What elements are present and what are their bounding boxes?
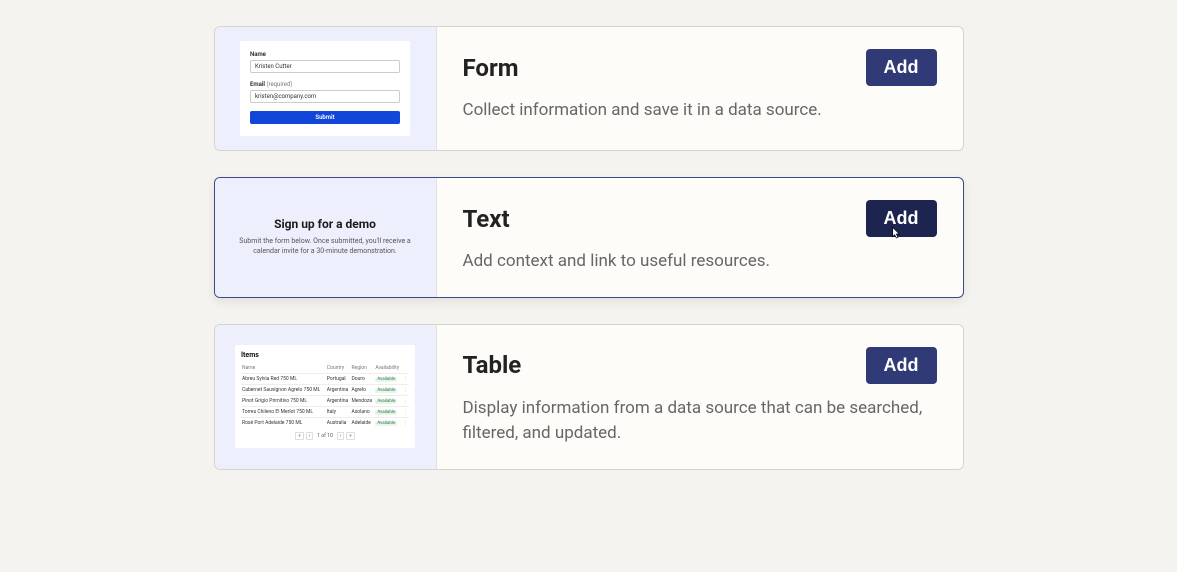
- thumbnail-form-email-label: Email (required): [250, 81, 400, 88]
- thumbnail-form-email-value: kristen@company.com: [250, 90, 400, 103]
- component-card-text: Sign up for a demo Submit the form below…: [214, 177, 964, 298]
- thumbnail-table-col: Availability: [374, 363, 401, 374]
- card-description-table: Display information from a data source t…: [463, 396, 937, 447]
- thumbnail-text-heading: Sign up for a demo: [230, 217, 420, 231]
- add-button-text[interactable]: Add: [866, 200, 937, 237]
- thumbnail-text-preview: Sign up for a demo Submit the form below…: [230, 217, 420, 257]
- thumbnail-form: Name Kristen Cutter Email (required) kri…: [215, 27, 437, 150]
- add-button-form[interactable]: Add: [866, 49, 937, 86]
- component-list: Name Kristen Cutter Email (required) kri…: [0, 0, 1177, 470]
- card-title-form: Form: [463, 54, 519, 82]
- thumbnail-table-row: Cabernet Sauvignon Agrelo 750 MLArgentin…: [241, 385, 409, 396]
- thumbnail-form-submit: Submit: [250, 111, 400, 124]
- thumbnail-table-heading: Items: [241, 351, 409, 359]
- card-description-text: Add context and link to useful resources…: [463, 249, 937, 275]
- add-button-table[interactable]: Add: [866, 347, 937, 384]
- thumbnail-form-name-label: Name: [250, 51, 400, 58]
- component-card-form: Name Kristen Cutter Email (required) kri…: [214, 26, 964, 151]
- card-content-table: Table Add Display information from a dat…: [437, 325, 963, 469]
- thumbnail-table-pager: « ‹ 1 of 10 › »: [241, 432, 409, 440]
- card-content-form: Form Add Collect information and save it…: [437, 27, 963, 150]
- thumbnail-table-row: Abreu Sylvia Red 750 MLPortugalDouroAvai…: [241, 374, 409, 385]
- thumbnail-table-col: Name: [241, 363, 326, 374]
- thumbnail-text-body: Submit the form below. Once submitted, y…: [230, 237, 420, 257]
- card-content-text: Text Add Add context and link to useful …: [437, 178, 963, 297]
- thumbnail-table-preview: Items NameCountryRegionAvailability Abre…: [235, 345, 415, 448]
- component-card-table: Items NameCountryRegionAvailability Abre…: [214, 324, 964, 470]
- card-description-form: Collect information and save it in a dat…: [463, 98, 937, 124]
- thumbnail-table-row: Torres Chileno El Merlot 750 MLItalyAsol…: [241, 407, 409, 418]
- thumbnail-table-col: Country: [326, 363, 351, 374]
- thumbnail-table-col: Region: [350, 363, 374, 374]
- thumbnail-form-preview: Name Kristen Cutter Email (required) kri…: [240, 41, 410, 136]
- thumbnail-table-row: Pinot Grigio Primitivo 750 MLArgentinaMe…: [241, 396, 409, 407]
- card-title-table: Table: [463, 351, 522, 379]
- thumbnail-text: Sign up for a demo Submit the form below…: [215, 178, 437, 297]
- card-title-text: Text: [463, 205, 510, 233]
- thumbnail-form-name-value: Kristen Cutter: [250, 60, 400, 73]
- thumbnail-table-col: [402, 363, 409, 374]
- thumbnail-table: Items NameCountryRegionAvailability Abre…: [215, 325, 437, 469]
- thumbnail-table-grid: NameCountryRegionAvailability Abreu Sylv…: [241, 363, 409, 428]
- thumbnail-table-row: Rosé Port Adelaide 750 MLAustraliaAdelai…: [241, 418, 409, 429]
